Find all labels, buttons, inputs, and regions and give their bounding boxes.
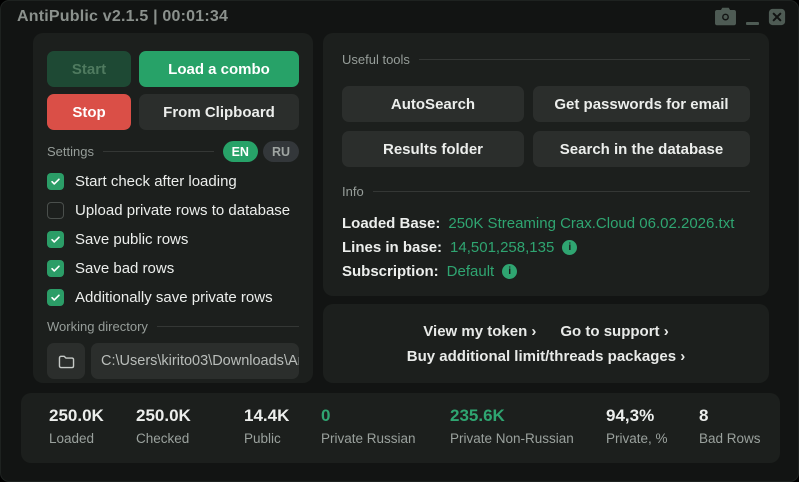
go-to-support-link[interactable]: Go to support › — [560, 323, 668, 340]
stat-item: 235.6K Private Non-Russian — [450, 406, 606, 463]
stat-label: Private Russian — [321, 431, 450, 446]
info-row-value: Default — [447, 263, 495, 280]
folder-icon — [58, 354, 75, 369]
stat-item: 250.0K Checked — [136, 406, 244, 463]
checkbox-row[interactable]: Additionally save private rows — [47, 283, 299, 312]
view-my-token-link[interactable]: View my token › — [423, 323, 536, 340]
start-button[interactable]: Start — [47, 51, 131, 87]
search-database-button[interactable]: Search in the database — [533, 131, 750, 167]
get-passwords-button[interactable]: Get passwords for email — [533, 86, 750, 122]
checkbox-label: Additionally save private rows — [75, 289, 273, 306]
divider-line — [157, 326, 299, 327]
stat-label: Checked — [136, 431, 244, 446]
stat-value: 250.0K — [49, 406, 136, 426]
stat-value: 250.0K — [136, 406, 244, 426]
titlebar-controls — [714, 6, 786, 30]
stat-value: 14.4K — [244, 406, 321, 426]
working-directory-label: Working directory — [47, 319, 148, 334]
working-directory-path-field[interactable]: C:\Users\kirito03\Downloads\An... — [91, 343, 299, 379]
info-tooltip-icon[interactable]: i — [562, 240, 577, 255]
language-toggle-ru[interactable]: RU — [263, 141, 299, 162]
stat-item: 94,3% Private, % — [606, 406, 699, 463]
stop-button[interactable]: Stop — [47, 94, 131, 130]
browse-folder-button[interactable] — [47, 343, 85, 379]
results-folder-button[interactable]: Results folder — [342, 131, 524, 167]
control-panel: Start Load a combo Stop From Clipboard S… — [33, 33, 313, 383]
info-section-header: Info — [342, 181, 750, 202]
from-clipboard-button[interactable]: From Clipboard — [139, 94, 299, 130]
stats-bar: 250.0KLoaded250.0KChecked14.4KPublic0Pri… — [21, 393, 780, 463]
divider-line — [103, 151, 214, 152]
buy-packages-link[interactable]: Buy additional limit/threads packages › — [407, 348, 685, 365]
stat-value: 8 — [699, 406, 779, 426]
stat-value: 0 — [321, 406, 450, 426]
info-label: Info — [342, 184, 364, 199]
links-panel: View my token › Go to support › Buy addi… — [323, 304, 769, 383]
checkbox-label: Upload private rows to database — [75, 202, 290, 219]
info-row: Loaded Base: 250K Streaming Crax.Cloud 06… — [342, 211, 750, 235]
divider-line — [373, 191, 750, 192]
info-row-label: Subscription: — [342, 263, 439, 280]
working-directory-header: Working directory — [47, 316, 299, 337]
checkbox-unchecked-icon[interactable] — [47, 202, 64, 219]
stat-item: 0 Private Russian — [321, 406, 450, 463]
settings-label: Settings — [47, 144, 94, 159]
checkbox-label: Save public rows — [75, 231, 188, 248]
stat-value: 235.6K — [450, 406, 606, 426]
stat-item: 8 Bad Rows — [699, 406, 779, 463]
info-row: Lines in base: 14,501,258,135 i — [342, 235, 750, 259]
stat-label: Private, % — [606, 431, 699, 446]
screenshot-camera-icon[interactable] — [714, 6, 737, 26]
stat-value: 94,3% — [606, 406, 699, 426]
load-combo-button[interactable]: Load a combo — [139, 51, 299, 87]
checkbox-checked-icon[interactable] — [47, 231, 64, 248]
settings-checkbox-list: Start check after loading Upload private … — [47, 167, 299, 312]
working-directory-row: C:\Users\kirito03\Downloads\An... — [47, 343, 299, 379]
checkbox-row[interactable]: Start check after loading — [47, 167, 299, 196]
info-row-label: Loaded Base: — [342, 215, 440, 232]
checkbox-row[interactable]: Upload private rows to database — [47, 196, 299, 225]
app-window: AntiPublic v2.1.5 | 00:01:34 Start Load … — [0, 0, 799, 482]
checkbox-label: Start check after loading — [75, 173, 237, 190]
useful-tools-label: Useful tools — [342, 52, 410, 67]
stat-label: Loaded — [49, 431, 136, 446]
info-rows: Loaded Base: 250K Streaming Crax.Cloud 06… — [342, 211, 750, 283]
stat-label: Public — [244, 431, 321, 446]
checkbox-checked-icon[interactable] — [47, 173, 64, 190]
info-row-label: Lines in base: — [342, 239, 442, 256]
checkbox-checked-icon[interactable] — [47, 260, 64, 277]
stat-label: Private Non-Russian — [450, 431, 606, 446]
window-title: AntiPublic v2.1.5 | 00:01:34 — [17, 8, 228, 26]
tools-grid: AutoSearch Get passwords for email Resul… — [342, 86, 750, 167]
stat-item: 250.0K Loaded — [49, 406, 136, 463]
stat-item: 14.4K Public — [244, 406, 321, 463]
info-row: Subscription: Default i — [342, 259, 750, 283]
checkbox-row[interactable]: Save public rows — [47, 225, 299, 254]
minimize-button[interactable] — [746, 6, 759, 25]
info-tooltip-icon[interactable]: i — [502, 264, 517, 279]
checkbox-checked-icon[interactable] — [47, 289, 64, 306]
divider-line — [419, 59, 750, 60]
settings-section-header: Settings EN RU — [47, 141, 299, 162]
stat-label: Bad Rows — [699, 431, 779, 446]
language-toggle-en[interactable]: EN — [223, 141, 258, 162]
tools-info-panel: Useful tools AutoSearch Get passwords fo… — [323, 33, 769, 296]
checkbox-row[interactable]: Save bad rows — [47, 254, 299, 283]
checkbox-label: Save bad rows — [75, 260, 174, 277]
autosearch-button[interactable]: AutoSearch — [342, 86, 524, 122]
info-row-value: 250K Streaming Crax.Cloud 06.02.2026.txt — [448, 215, 734, 232]
close-button[interactable] — [768, 6, 786, 26]
info-row-value: 14,501,258,135 — [450, 239, 554, 256]
useful-tools-header: Useful tools — [342, 49, 750, 70]
